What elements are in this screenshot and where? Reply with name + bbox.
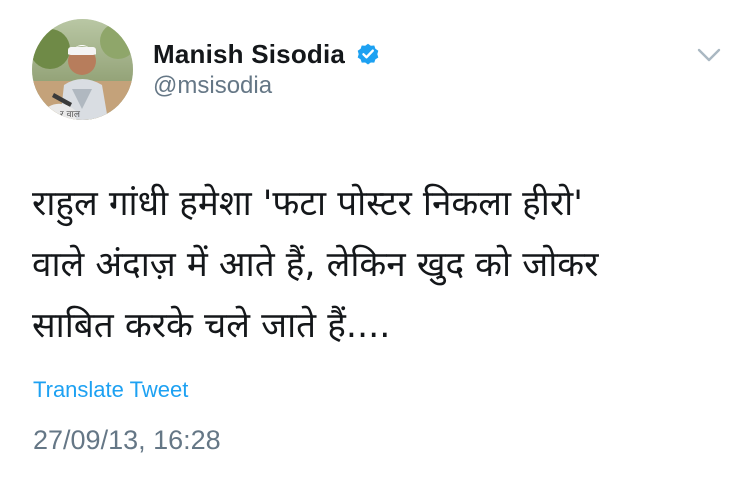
verified-badge-icon bbox=[355, 41, 381, 67]
handle[interactable]: @msisodia bbox=[153, 72, 272, 100]
tweet-text-line: साबित करके चले जाते हैं.... bbox=[32, 306, 391, 346]
avatar[interactable]: र वाल bbox=[32, 19, 133, 120]
translate-tweet-link[interactable]: Translate Tweet bbox=[33, 377, 188, 403]
display-name[interactable]: Manish Sisodia bbox=[153, 39, 345, 70]
tweet-card: र वाल Manish Sisodia @msisodia राहुल गां… bbox=[0, 0, 750, 480]
author-name-row: Manish Sisodia bbox=[153, 36, 381, 72]
chevron-down-icon bbox=[697, 48, 721, 62]
profile-photo-icon: र वाल bbox=[32, 19, 133, 120]
tweet-text-line: राहुल गांधी हमेशा 'फटा पोस्टर निकला हीरो… bbox=[32, 184, 583, 224]
tweet-timestamp[interactable]: 27/09/13, 16:28 bbox=[33, 425, 221, 456]
avatar-caption: र वाल bbox=[60, 110, 81, 120]
tweet-text: राहुल गांधी हमेशा 'फटा पोस्टर निकला हीरो… bbox=[32, 174, 732, 357]
tweet-text-line: वाले अंदाज़ में आते हैं, लेकिन खुद को जो… bbox=[32, 245, 599, 285]
tweet-menu-button[interactable] bbox=[692, 38, 726, 72]
